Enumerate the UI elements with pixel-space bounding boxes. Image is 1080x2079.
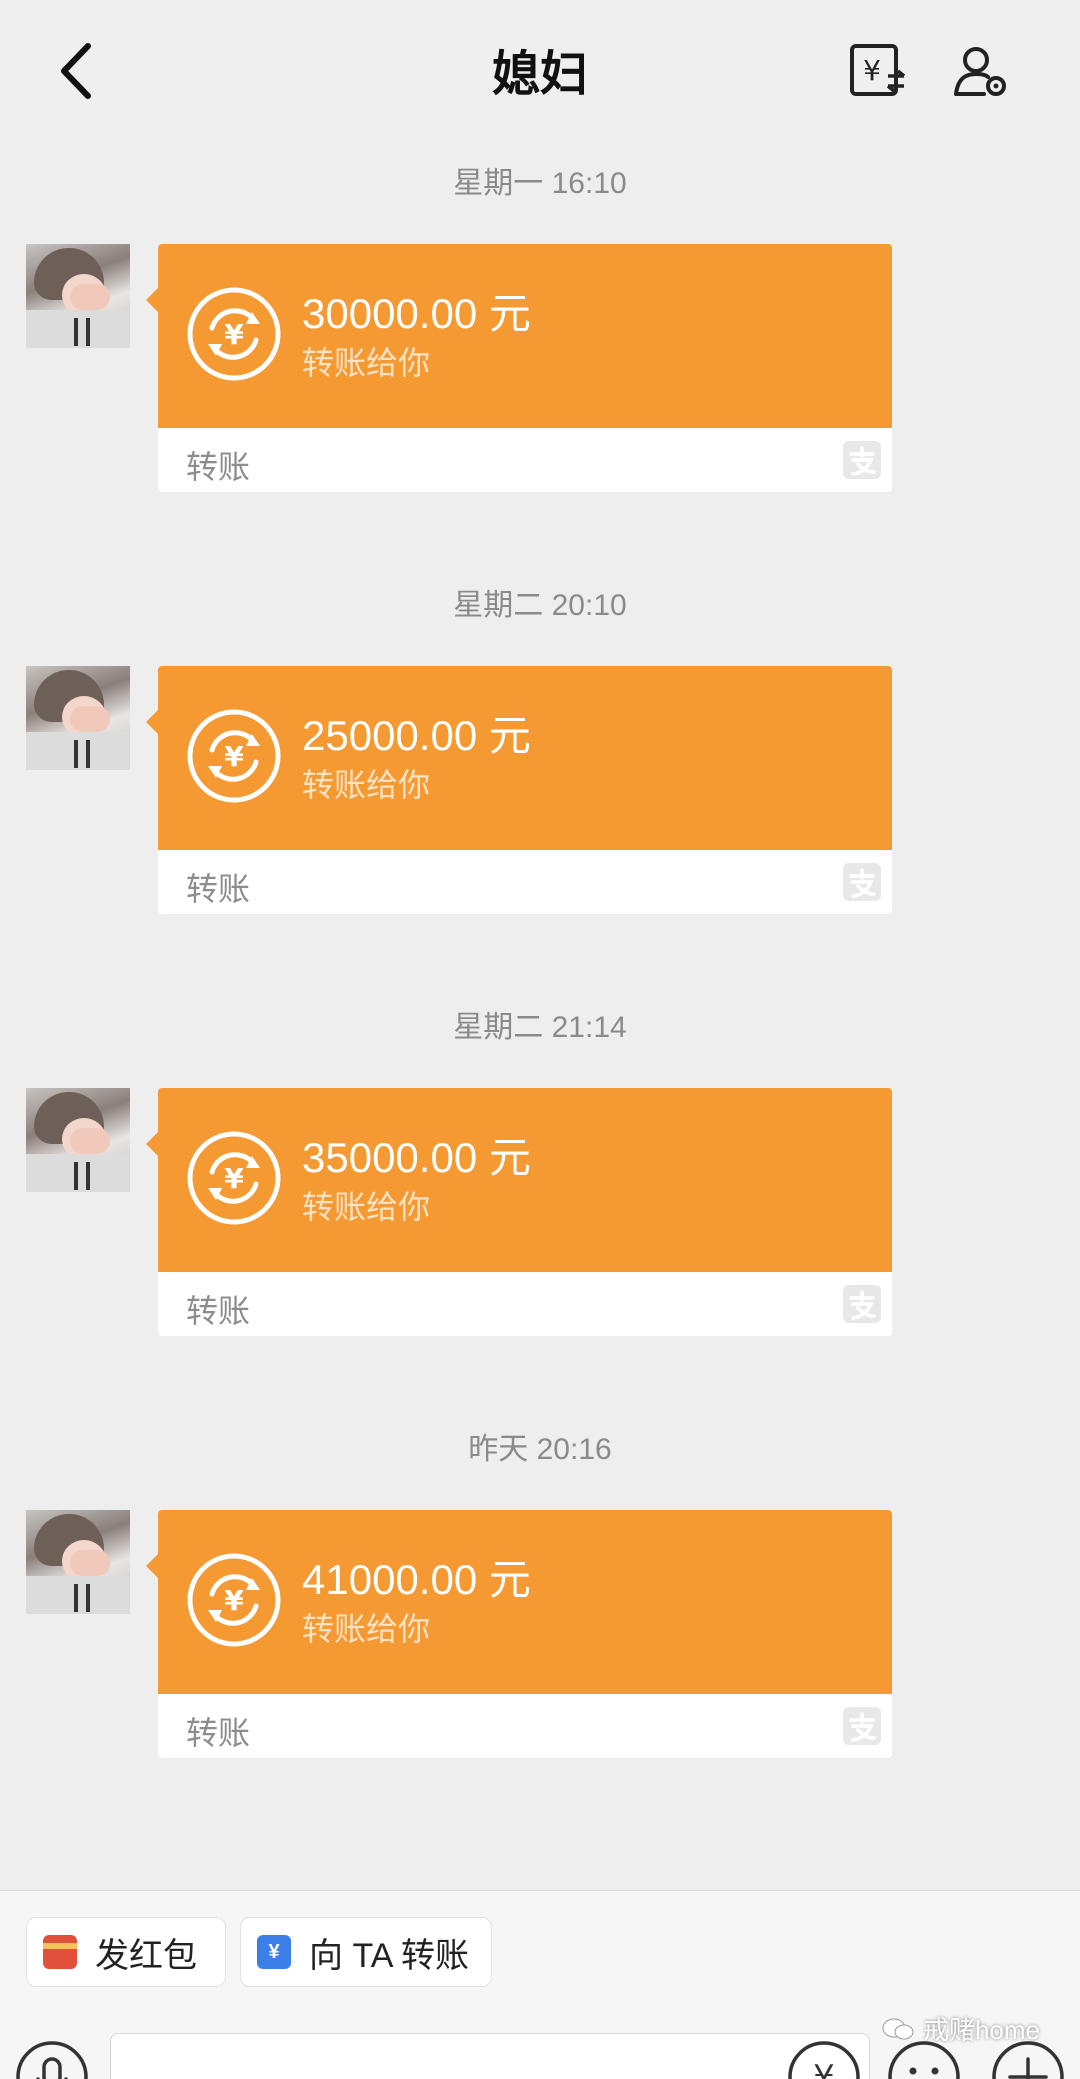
svg-text:¥: ¥ (863, 54, 881, 87)
transfer-card[interactable]: ¥ 41000.00 元 转账给你 转账 (146, 1510, 892, 1758)
yuan-coin-icon[interactable]: ¥ (786, 2039, 862, 2079)
transfer-type-label: 转账 (186, 871, 251, 907)
transfer-subtitle: 转账给你 (302, 1611, 431, 1647)
transfer-card[interactable]: ¥ 30000.00 元 转账给你 转账 (146, 244, 892, 492)
transfer-type-label: 转账 (186, 449, 251, 485)
alipay-icon (843, 1285, 881, 1323)
transfer-subtitle: 转账给你 (302, 767, 431, 803)
red-packet-icon (43, 1935, 77, 1969)
transfer-amount: 25000.00 元 (302, 712, 531, 759)
svg-text:¥: ¥ (813, 2058, 835, 2079)
transfer-coin-icon: ¥ (187, 287, 281, 381)
transfer-subtitle: 转账给你 (302, 1189, 431, 1225)
avatar[interactable] (26, 1510, 130, 1614)
nav-header: 媳妇 ¥ (0, 0, 1080, 130)
chat-title: 媳妇 (491, 48, 588, 101)
transfer-type-label: 转账 (186, 1293, 251, 1329)
svg-text:¥: ¥ (224, 1162, 244, 1195)
watermark-text: 戒赌home (922, 2015, 1040, 2045)
alipay-icon (843, 863, 881, 901)
transfer-coin-icon: ¥ (187, 1553, 281, 1647)
transfer-to-ta-button[interactable]: ¥ 向 TA 转账 (240, 1917, 492, 1987)
avatar[interactable] (26, 244, 130, 348)
svg-text:¥: ¥ (224, 740, 244, 773)
transfer-card[interactable]: ¥ 35000.00 元 转账给你 转账 (146, 1088, 892, 1336)
message-timestamp: 星期二 21:14 (453, 1011, 627, 1044)
transfer-amount: 30000.00 元 (302, 290, 531, 337)
transfer-coin-icon: ¥ (187, 709, 281, 803)
user-settings-icon[interactable] (952, 42, 1010, 100)
svg-text:¥: ¥ (224, 1584, 244, 1617)
yuan-transfer-icon[interactable]: ¥ (848, 42, 906, 100)
transfer-type-label: 转账 (186, 1715, 251, 1751)
transfer-amount: 35000.00 元 (302, 1134, 531, 1181)
red-packet-label: 发红包 (95, 1936, 197, 1975)
watermark: 戒赌home (881, 2010, 1040, 2047)
svg-text:¥: ¥ (224, 318, 244, 351)
chat-input-bar: 发红包 ¥ 向 TA 转账 ¥ (0, 1890, 1080, 2079)
transfer-coin-icon: ¥ (187, 1131, 281, 1225)
message-input[interactable] (110, 2033, 870, 2079)
yuan-icon: ¥ (257, 1935, 291, 1969)
alipay-icon (843, 1707, 881, 1745)
message-timestamp: 昨天 20:16 (468, 1433, 612, 1466)
alipay-icon (843, 441, 881, 479)
transfer-to-ta-label: 向 TA 转账 (309, 1936, 469, 1975)
avatar[interactable] (26, 666, 130, 770)
message-timestamp: 星期二 20:10 (453, 589, 627, 622)
message-timestamp: 星期一 16:10 (453, 167, 627, 200)
transfer-subtitle: 转账给你 (302, 345, 431, 381)
voice-icon[interactable] (14, 2039, 90, 2079)
transfer-card[interactable]: ¥ 25000.00 元 转账给你 转账 (146, 666, 892, 914)
avatar[interactable] (26, 1088, 130, 1192)
red-packet-button[interactable]: 发红包 (26, 1917, 226, 1987)
transfer-amount: 41000.00 元 (302, 1556, 531, 1603)
wechat-icon (882, 2018, 914, 2039)
